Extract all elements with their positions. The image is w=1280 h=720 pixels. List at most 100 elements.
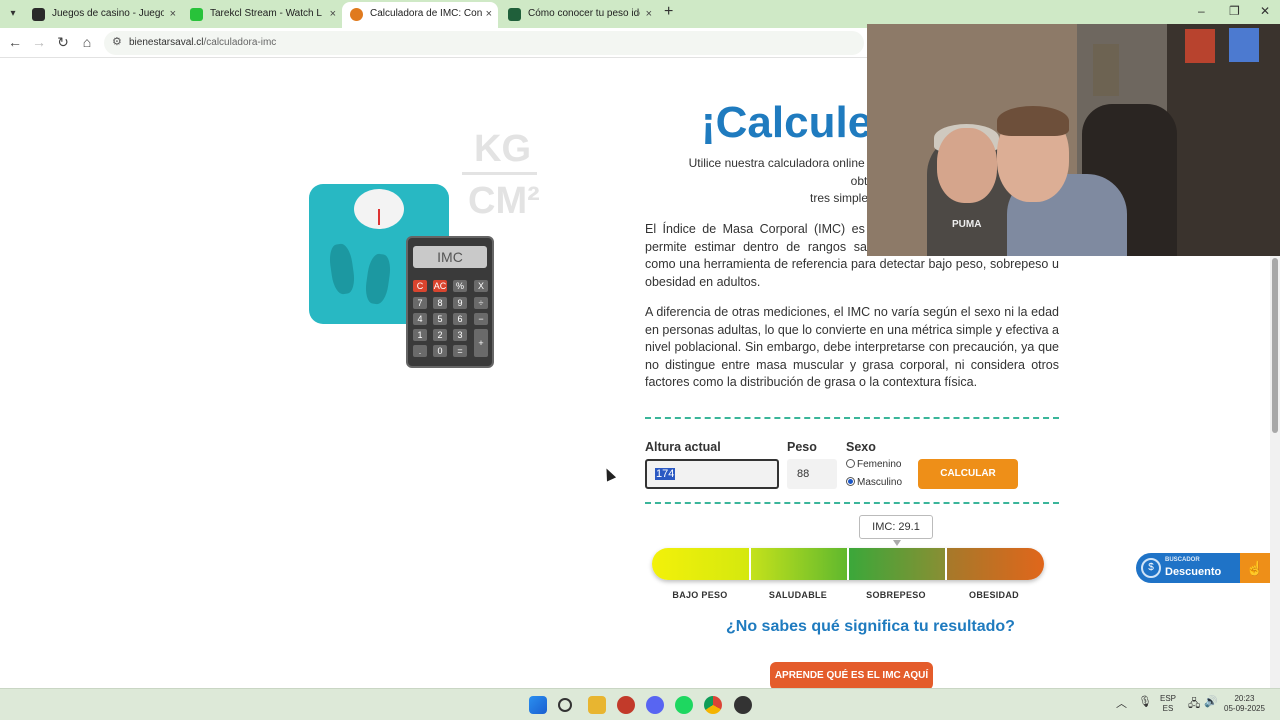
femenino-label[interactable]: Femenino <box>857 459 901 470</box>
tab-search-icon[interactable]: ▾ <box>6 7 20 21</box>
app-icon[interactable] <box>617 696 635 714</box>
calc-key: . <box>413 345 427 357</box>
tray-chevron-icon[interactable]: ︿ <box>1116 695 1127 711</box>
pointer-hand-icon: ☝ <box>1240 553 1270 583</box>
mouse-cursor-icon <box>601 466 617 482</box>
calc-key: 7 <box>413 297 427 309</box>
wall-painting <box>1093 44 1119 96</box>
scrollbar-thumb[interactable] <box>1272 258 1278 433</box>
address-bar[interactable]: ⚙ bienestarsaval.cl/calculadora-imc <box>104 31 864 55</box>
segment-separator <box>945 548 947 580</box>
discount-icon: $ <box>1141 558 1161 578</box>
system-clock[interactable]: 20:23 05-09-2025 <box>1224 694 1265 714</box>
tab-peso-ideal[interactable]: Cómo conocer tu peso ideal × <box>500 2 658 28</box>
segment-separator <box>749 548 751 580</box>
masculino-label[interactable]: Masculino <box>857 477 902 488</box>
segment-separator <box>847 548 849 580</box>
home-icon[interactable]: ⌂ <box>78 34 96 50</box>
start-icon[interactable] <box>529 696 547 714</box>
forward-arrow-icon[interactable]: → <box>30 34 48 50</box>
close-tab-icon[interactable]: × <box>646 2 652 26</box>
footprint-icon <box>327 242 357 296</box>
sexo-label: Sexo <box>846 440 876 454</box>
network-icon[interactable]: 🖧 <box>1188 695 1200 714</box>
calc-key: C <box>413 280 427 292</box>
webcam-dark-area <box>1167 24 1280 256</box>
wall-art <box>1185 29 1215 63</box>
file-explorer-icon[interactable] <box>588 696 606 714</box>
calculator-image: IMC C AC % X 7 8 9 ÷ 4 5 6 − 1 2 3 + . 0… <box>406 236 494 368</box>
section-divider <box>645 417 1059 419</box>
calc-key: 2 <box>433 329 447 341</box>
calc-key: 0 <box>433 345 447 357</box>
page-subtitle: Utilice nuestra calculadora online y obt… <box>688 156 874 205</box>
app-icon-dark[interactable] <box>734 696 752 714</box>
femenino-radio[interactable] <box>846 459 855 468</box>
close-tab-icon[interactable]: × <box>486 2 492 26</box>
casino-favicon-icon <box>32 8 45 21</box>
tab-kick-stream[interactable]: Tarekcl Stream - Watch Live on × <box>182 2 342 28</box>
kg-text: KG <box>474 128 531 170</box>
calc-key: = <box>453 345 467 357</box>
back-arrow-icon[interactable]: ← <box>6 34 24 50</box>
calc-key: % <box>453 280 467 292</box>
footprint-icon <box>363 252 393 306</box>
screen: ▾ Juegos de casino - Juegos de c × Tarek… <box>0 0 1280 720</box>
calc-key: 5 <box>433 313 447 325</box>
maximize-button[interactable]: ❐ <box>1229 4 1240 18</box>
calc-key: − <box>474 313 488 325</box>
altura-input[interactable]: 174 <box>645 459 779 489</box>
microphone-icon[interactable]: 🎙 <box>1138 695 1152 708</box>
obesidad-segment <box>946 548 1044 580</box>
close-tab-icon[interactable]: × <box>170 2 176 26</box>
tab-casino[interactable]: Juegos de casino - Juegos de c × <box>24 2 182 28</box>
label-obesidad: OBESIDAD <box>969 590 1019 600</box>
calc-key: 4 <box>413 313 427 325</box>
sobrepeso-segment <box>848 548 946 580</box>
label-saludable: SALUDABLE <box>768 590 828 600</box>
page-heading: ¡Calcule <box>701 98 873 147</box>
intro-paragraph-2: A diferencia de otras mediciones, el IMC… <box>645 305 1059 389</box>
site-info-icon[interactable]: ⚙ <box>112 35 122 48</box>
person-left-head <box>937 128 997 203</box>
cm2-text: CM² <box>468 180 540 222</box>
scale-dial <box>354 189 404 229</box>
peso-input[interactable]: 88 <box>787 459 837 489</box>
reload-icon[interactable]: ↻ <box>54 34 72 51</box>
input-language[interactable]: ESP ES <box>1160 694 1176 714</box>
imc-result-badge: IMC: 29.1 <box>859 515 933 539</box>
close-window-button[interactable]: ✕ <box>1260 4 1270 18</box>
label-sobrepeso: SOBREPESO <box>866 590 926 600</box>
label-bajo-peso: BAJO PESO <box>672 590 728 600</box>
buscador-descuento-widget[interactable]: $ BUSCADOR Descuento ☝ <box>1136 553 1270 583</box>
calc-key: 8 <box>433 297 447 309</box>
learn-imc-button[interactable]: APRENDE QUÉ ES EL IMC AQUÍ <box>770 662 933 688</box>
search-icon[interactable] <box>558 698 572 712</box>
imc-scale-bar <box>652 548 1044 580</box>
windows-taskbar: ︿ 🎙 ESP ES 🖧 🔊 20:23 05-09-2025 <box>0 688 1280 720</box>
altura-label: Altura actual <box>645 440 721 454</box>
calc-key: + <box>474 329 488 357</box>
calc-key: X <box>474 280 488 292</box>
calcular-button[interactable]: CALCULAR <box>918 459 1018 489</box>
altura-value: 174 <box>655 468 676 480</box>
discord-icon[interactable] <box>646 696 664 714</box>
calc-key: ÷ <box>474 297 488 309</box>
calc-key: 3 <box>453 329 467 341</box>
spotify-icon[interactable] <box>675 696 693 714</box>
discount-big-label: Descuento <box>1165 566 1222 578</box>
minimize-button[interactable]: – <box>1198 4 1205 18</box>
calc-key: 6 <box>453 313 467 325</box>
close-tab-icon[interactable]: × <box>330 2 336 26</box>
peso-ideal-favicon-icon <box>508 8 521 21</box>
new-tab-button[interactable]: + <box>664 3 673 21</box>
tab-calculadora-imc[interactable]: Calculadora de IMC: Conoce tu × <box>342 2 498 28</box>
calculator-screen: IMC <box>413 246 487 268</box>
masculino-radio[interactable] <box>846 477 855 486</box>
result-question: ¿No sabes qué significa tu resultado? <box>726 618 1015 635</box>
calc-key: 9 <box>453 297 467 309</box>
volume-icon[interactable]: 🔊 <box>1204 695 1218 708</box>
url-text: bienestarsaval.cl/calculadora-imc <box>129 37 277 48</box>
chrome-icon[interactable] <box>704 696 722 714</box>
person-right-hair <box>997 106 1069 136</box>
